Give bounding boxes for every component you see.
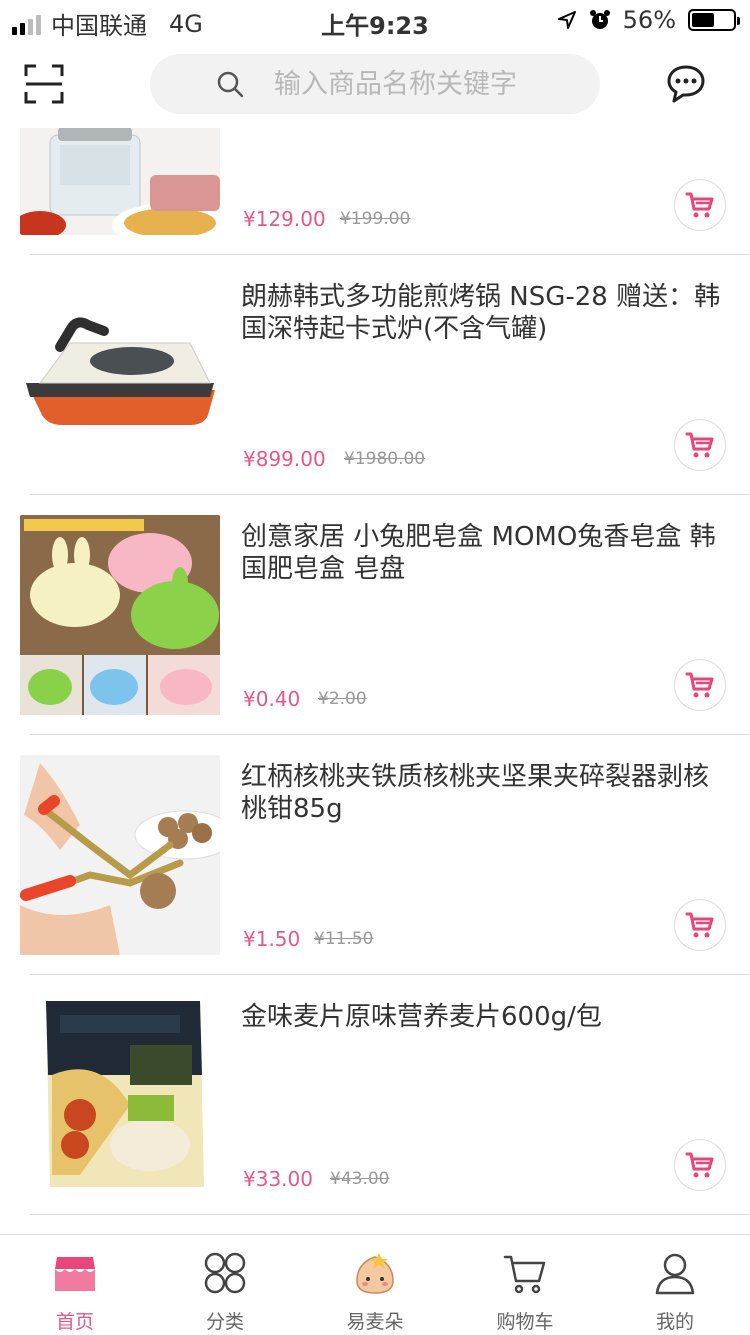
item-divider — [30, 1214, 750, 1215]
product-item[interactable]: 创意家居 小兔肥皂盒 MOMO兔香皂盒 韩国肥皂盒 皂盘 ¥0.40 ¥2.00 — [0, 495, 750, 735]
mascot-icon — [356, 1253, 394, 1294]
add-to-cart-button[interactable] — [674, 419, 726, 471]
status-bar: 中国联通 4G 上午9:23 56% — [0, 0, 750, 40]
location-arrow-icon — [557, 11, 576, 29]
cart-icon — [685, 1152, 714, 1178]
meat-grinder-image — [20, 128, 220, 235]
cart-icon — [685, 672, 714, 698]
message-icon[interactable] — [666, 64, 706, 104]
search-icon — [217, 71, 244, 98]
product-original-price: ¥1980.00 — [344, 449, 426, 469]
tab-label: 分类 — [205, 1311, 244, 1333]
product-item[interactable]: 朗赫韩式多功能煎烤锅 NSG-28 赠送：韩国深特起卡式炉(不含气罐) ¥899… — [0, 255, 750, 495]
product-title[interactable]: 创意家居 小兔肥皂盒 MOMO兔香皂盒 韩国肥皂盒 皂盘 — [241, 521, 731, 585]
tab-label: 首页 — [55, 1311, 94, 1333]
product-price: ¥33.00 — [243, 1167, 313, 1191]
product-price: ¥899.00 — [243, 447, 326, 471]
search-bar[interactable] — [150, 54, 600, 114]
product-original-price: ¥11.50 — [314, 929, 374, 949]
tab-label: 我的 — [655, 1311, 694, 1333]
tab-label: 购物车 — [496, 1311, 554, 1333]
grill-pan-image — [20, 275, 220, 475]
search-input[interactable] — [274, 68, 574, 100]
cart-icon — [685, 432, 714, 458]
product-list[interactable]: ¥129.00 ¥199.00 朗赫韩式多功能煎烤锅 NSG-28 赠送：韩国深… — [0, 128, 750, 1234]
cart-icon — [503, 1255, 546, 1294]
add-to-cart-button[interactable] — [674, 179, 726, 231]
product-original-price: ¥43.00 — [330, 1169, 390, 1189]
product-price: ¥129.00 — [243, 207, 326, 231]
cart-icon — [685, 192, 714, 218]
battery-percent: 56% — [622, 6, 676, 34]
product-item[interactable]: 红柄核桃夹铁质核桃夹坚果夹碎裂器剥核桃钳85g ¥1.50 ¥11.50 — [0, 735, 750, 975]
home-shop-icon — [55, 1257, 95, 1291]
product-original-price: ¥2.00 — [318, 689, 367, 709]
tab-category[interactable]: 分类 — [150, 1235, 300, 1335]
soap-box-image — [20, 515, 220, 715]
product-item[interactable]: 金味麦片原味营养麦片600g/包 ¥33.00 ¥43.00 — [0, 975, 750, 1215]
bottom-tab-bar: 首页 分类 易麦朵 购物车 我的 — [0, 1234, 750, 1334]
product-price: ¥1.50 — [243, 927, 301, 951]
battery-icon — [688, 9, 740, 31]
tab-mine[interactable]: 我的 — [600, 1235, 750, 1335]
category-icon — [204, 1252, 246, 1294]
add-to-cart-button[interactable] — [674, 899, 726, 951]
user-icon — [655, 1253, 695, 1295]
add-to-cart-button[interactable] — [674, 1139, 726, 1191]
oatmeal-package-image — [20, 995, 220, 1195]
cart-icon — [685, 912, 714, 938]
tab-yimaiduo[interactable]: 易麦朵 — [300, 1235, 450, 1335]
alarm-clock-icon — [589, 10, 610, 29]
top-header — [0, 40, 750, 128]
product-title[interactable]: 红柄核桃夹铁质核桃夹坚果夹碎裂器剥核桃钳85g — [241, 761, 731, 825]
product-original-price: ¥199.00 — [340, 209, 411, 229]
tab-cart[interactable]: 购物车 — [450, 1235, 600, 1335]
walnut-cracker-image — [20, 755, 220, 955]
add-to-cart-button[interactable] — [674, 659, 726, 711]
tab-label: 易麦朵 — [346, 1311, 404, 1333]
product-item[interactable]: ¥129.00 ¥199.00 — [0, 128, 750, 255]
product-title[interactable]: 金味麦片原味营养麦片600g/包 — [241, 1001, 731, 1033]
tab-home[interactable]: 首页 — [0, 1235, 150, 1335]
product-title[interactable]: 朗赫韩式多功能煎烤锅 NSG-28 赠送：韩国深特起卡式炉(不含气罐) — [241, 281, 731, 345]
scan-icon[interactable] — [24, 64, 64, 104]
product-price: ¥0.40 — [243, 687, 301, 711]
